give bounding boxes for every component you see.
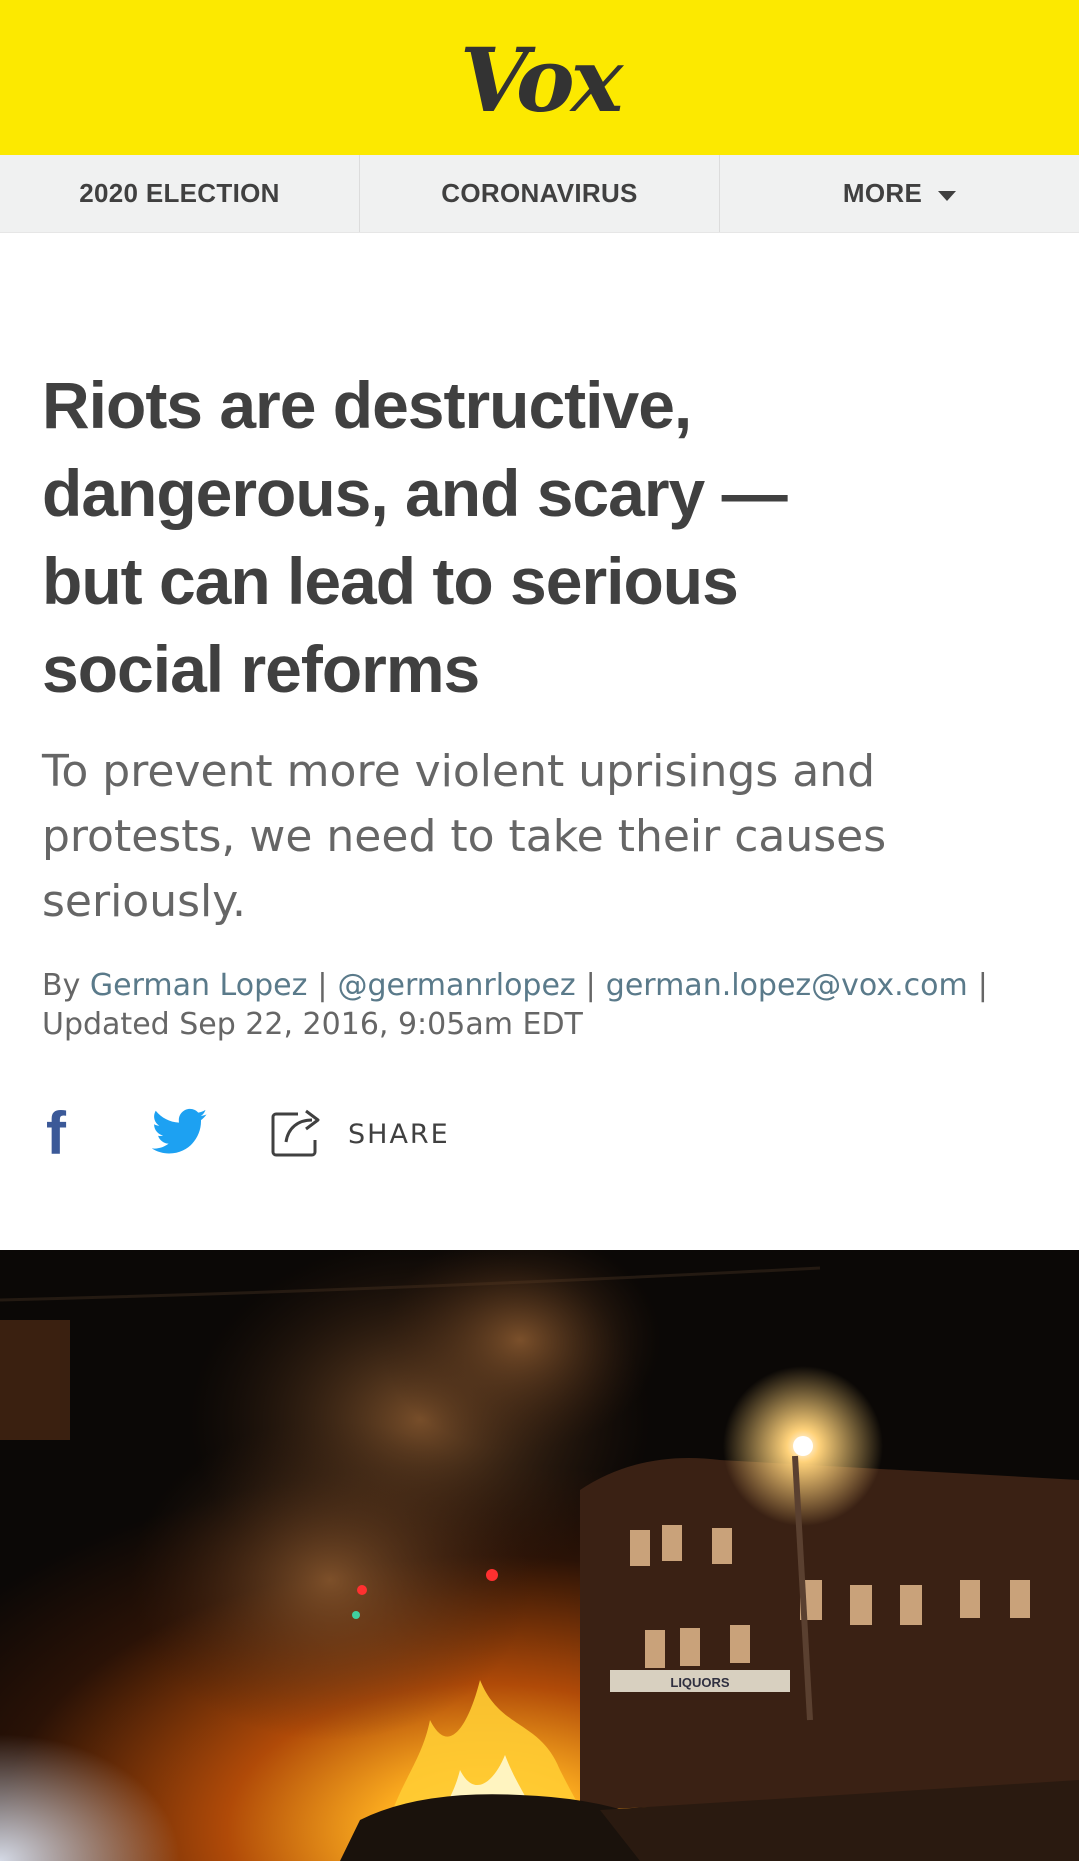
- author-email-link[interactable]: german.lopez@vox.com: [606, 968, 968, 1003]
- nav-item-more[interactable]: MORE: [719, 155, 1079, 232]
- hero-image-art: LIQUORS: [0, 1250, 1079, 1861]
- byline-divider: |: [585, 968, 596, 1003]
- author-link[interactable]: German Lopez: [90, 968, 307, 1003]
- facebook-icon[interactable]: f: [46, 1104, 86, 1164]
- section-nav: 2020 ELECTION CORONAVIRUS MORE: [0, 155, 1079, 233]
- byline: By German Lopez | @germanrlopez | german.lop…: [42, 966, 1037, 1044]
- liquors-sign: LIQUORS: [670, 1675, 730, 1690]
- share-button[interactable]: SHARE: [270, 1106, 450, 1163]
- share-bar: f SHARE: [42, 1102, 1037, 1166]
- hero-image: LIQUORS: [0, 1250, 1079, 1861]
- nav-item-label: MORE: [842, 178, 923, 208]
- article-header: Riots are destructive, dangerous, and sc…: [0, 233, 1079, 1166]
- vox-logo[interactable]: Vox: [460, 36, 623, 124]
- share-arrow-icon: [270, 1106, 324, 1163]
- author-twitter-link[interactable]: @germanrlopez: [337, 968, 575, 1003]
- chevron-down-icon: [938, 190, 957, 201]
- byline-divider: |: [317, 968, 328, 1003]
- byline-prefix: By: [42, 968, 81, 1003]
- article-headline: Riots are destructive, dangerous, and sc…: [42, 368, 788, 706]
- twitter-icon[interactable]: [151, 1108, 208, 1161]
- nav-item-label: 2020 ELECTION: [79, 178, 280, 208]
- updated-timestamp: Updated Sep 22, 2016, 9:05am EDT: [42, 1007, 583, 1042]
- share-label: SHARE: [348, 1118, 450, 1150]
- nav-item-label: CORONAVIRUS: [441, 178, 638, 208]
- masthead: Vox: [0, 0, 1079, 155]
- byline-divider: |: [977, 968, 988, 1003]
- nav-item-2020-election[interactable]: 2020 ELECTION: [0, 155, 359, 232]
- page: Vox 2020 ELECTION CORONAVIRUS MORE Riots…: [0, 0, 1079, 1861]
- nav-item-coronavirus[interactable]: CORONAVIRUS: [359, 155, 719, 232]
- article-dek: To prevent more violent uprisings and pr…: [42, 746, 887, 927]
